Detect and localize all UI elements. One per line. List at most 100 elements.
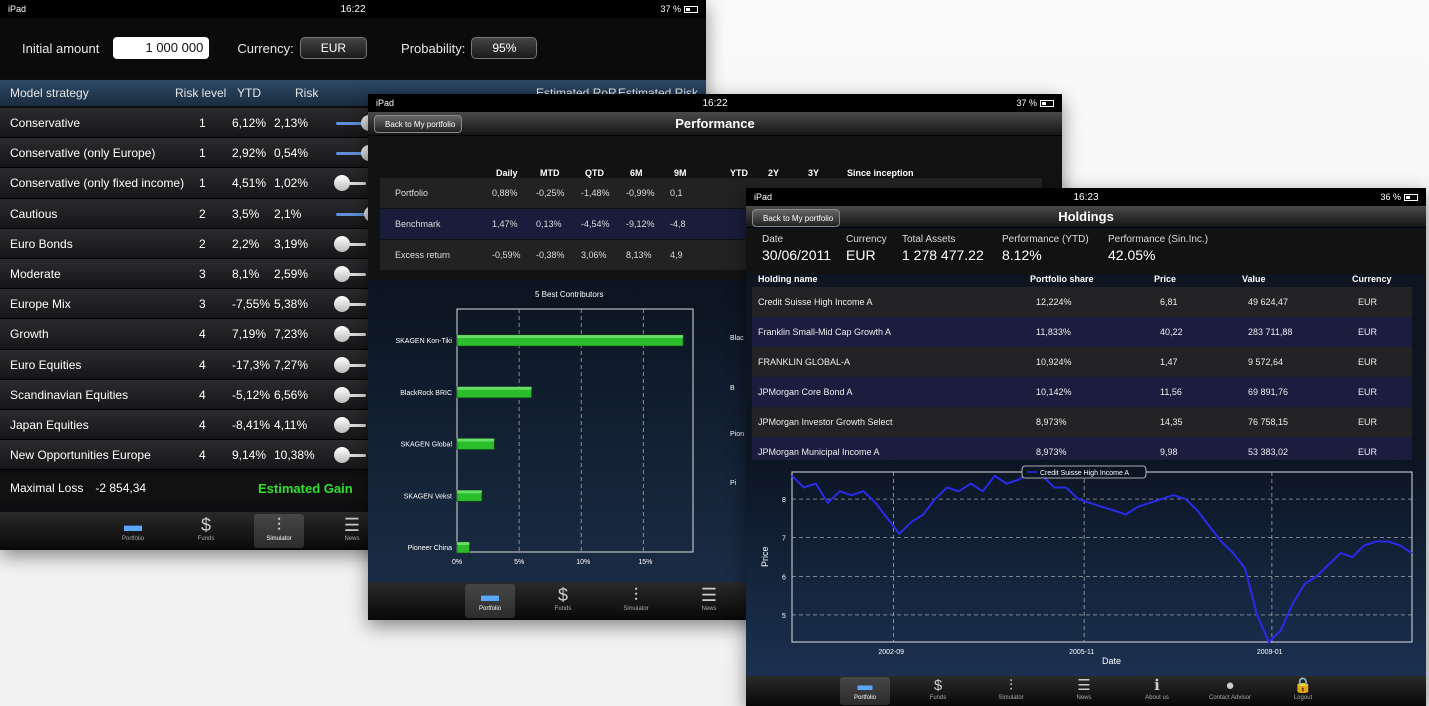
performance-row-label: Excess return xyxy=(395,250,451,260)
price-history-chart[interactable]: 5 6 7 8 2002-09 2005-11 2009-01 Credit Suisse H… xyxy=(746,460,1426,676)
strategy-name: Cautious xyxy=(10,206,58,221)
price-series-line[interactable] xyxy=(791,470,1413,644)
clock: 16:22 xyxy=(340,3,366,15)
dollar-icon: $ xyxy=(557,585,568,605)
y-tick-label: 6 xyxy=(782,574,786,581)
category-label: BlackRock BRIC xyxy=(400,390,452,397)
holdings-screen: iPad 16:23 36 % Back to My portfolio Hol… xyxy=(746,188,1426,706)
allocation-slider-knob[interactable] xyxy=(334,356,350,373)
estimated-gain-label: Estimated Gain xyxy=(258,480,353,496)
status-bar: iPad 16:22 37 % xyxy=(368,94,1062,112)
initial-amount-input[interactable]: 1 000 000 xyxy=(113,37,210,59)
risk-value: 6,56% xyxy=(274,387,309,402)
wallet-icon: ▬ xyxy=(124,515,142,535)
allocation-slider-knob[interactable] xyxy=(334,296,350,313)
simulation-parameters: Initial amount 1 000 000 Currency: EUR P… xyxy=(0,18,706,78)
holding-row[interactable]: FRANKLIN GLOBAL-A 10,924% 1,47 9 572,64 EUR xyxy=(752,347,1412,377)
tab-label: News xyxy=(344,536,360,542)
holding-row[interactable]: Credit Suisse High Income A 12,224% 6,81 49… xyxy=(752,287,1412,317)
tab-label: Portfolio xyxy=(478,606,501,612)
performance-value: -0,99% xyxy=(626,188,655,198)
list-icon: ☰ xyxy=(700,585,718,605)
y-tick-label: 7 xyxy=(782,536,786,543)
tab-contact-advisor[interactable]: ● Contact Advisor xyxy=(1205,677,1255,705)
tab-label: Portfolio xyxy=(853,695,876,701)
risk-level: 4 xyxy=(199,357,206,372)
performance-value: -4,8 xyxy=(670,219,686,229)
ytd-value: 6,12% xyxy=(232,116,267,130)
risk-value: 3,19% xyxy=(274,236,309,251)
holding-row[interactable]: JPMorgan Investor Growth Select 8,973% 14,… xyxy=(752,407,1412,437)
tab-news[interactable]: ☰ News xyxy=(1059,677,1109,705)
risk-level: 1 xyxy=(199,116,206,130)
tab-portfolio[interactable]: ▬ Portfolio xyxy=(840,677,890,705)
performance-value: 0,88% xyxy=(492,188,518,198)
ytd-value: -7,55% xyxy=(232,297,271,312)
probability-selector[interactable]: 95% xyxy=(471,37,538,59)
allocation-slider-knob[interactable] xyxy=(334,326,350,343)
summary-label: Performance (YTD) xyxy=(1002,234,1089,245)
tab-portfolio[interactable]: ▬ Portfolio xyxy=(465,584,515,618)
holding-share: 10,924% xyxy=(1036,357,1072,367)
status-bar: iPad 16:22 37 % xyxy=(0,0,706,18)
tab-funds[interactable]: $ Funds xyxy=(181,514,231,548)
tab-label: Logout xyxy=(1293,695,1313,701)
holding-row[interactable]: JPMorgan Core Bond A 10,142% 11,56 69 891,7… xyxy=(752,377,1412,407)
tab-simulator[interactable]: ⫶ Simulator xyxy=(611,584,661,618)
holding-name: Franklin Small-Mid Cap Growth A xyxy=(758,327,892,337)
ytd-value: 9,14% xyxy=(232,448,267,463)
holding-share: 11,833% xyxy=(1036,327,1071,337)
ytd-value: 2,92% xyxy=(232,146,267,161)
tab-label: Funds xyxy=(197,536,215,542)
holding-price: 11,56 xyxy=(1160,387,1182,397)
summary-field: Currency EUR xyxy=(846,234,887,263)
allocation-slider-knob[interactable] xyxy=(334,416,350,433)
tab-news[interactable]: ☰ News xyxy=(684,584,734,618)
tab-logout[interactable]: 🔒 Logout xyxy=(1278,677,1328,705)
allocation-slider-knob[interactable] xyxy=(334,447,350,464)
risk-value: 7,23% xyxy=(274,327,309,342)
tab-portfolio[interactable]: ▬ Portfolio xyxy=(108,514,158,548)
holding-value: 9 572,64 xyxy=(1248,357,1284,367)
bar-highlight xyxy=(457,542,470,545)
allocation-slider-knob[interactable] xyxy=(334,386,350,403)
risk-level: 3 xyxy=(199,266,206,281)
holding-name: Credit Suisse High Income A xyxy=(758,297,873,307)
bar-highlight xyxy=(457,335,684,338)
clipped-contributor-label: Pion xyxy=(730,431,744,438)
holding-name: JPMorgan Investor Growth Select xyxy=(758,417,893,427)
holding-row[interactable]: Franklin Small-Mid Cap Growth A 11,833% 40… xyxy=(752,317,1412,347)
tab-about-us[interactable]: ℹ About us xyxy=(1132,677,1182,705)
x-tick-label: 10% xyxy=(576,559,590,566)
bar-highlight xyxy=(457,386,532,390)
risk-value: 2,13% xyxy=(274,116,309,130)
tab-funds[interactable]: $ Funds xyxy=(913,677,963,705)
allocation-slider-knob[interactable] xyxy=(334,265,350,282)
performance-value: -9,12% xyxy=(626,219,655,229)
allocation-slider-knob[interactable] xyxy=(334,235,350,252)
col-ytd: YTD xyxy=(237,86,261,100)
summary-label: Performance (Sin.Inc.) xyxy=(1108,234,1209,245)
back-to-portfolio-button[interactable]: Back to My portfolio xyxy=(752,209,841,227)
allocation-slider-track[interactable] xyxy=(336,212,366,216)
holdings-table: Holding name Portfolio share Price Value Cur… xyxy=(752,271,1412,467)
holding-share: 10,142% xyxy=(1036,387,1072,397)
allocation-slider-knob[interactable] xyxy=(334,175,350,192)
currency-selector[interactable]: EUR xyxy=(299,37,368,59)
risk-value: 2,1% xyxy=(274,206,302,221)
nav-bar: Back to My portfolio Performance xyxy=(368,112,1062,136)
tab-simulator[interactable]: ⫶ Simulator xyxy=(986,677,1036,705)
back-to-portfolio-button[interactable]: Back to My portfolio xyxy=(374,115,463,133)
max-loss-value: -2 854,34 xyxy=(95,481,147,495)
y-tick-label: 5 xyxy=(782,613,786,620)
category-label: SKAGEN Global xyxy=(401,442,453,449)
tab-simulator[interactable]: ⫶ Simulator xyxy=(254,514,304,548)
tab-funds[interactable]: $ Funds xyxy=(538,584,588,618)
strategy-name: Moderate xyxy=(10,266,61,281)
clipped-contributor-label: B xyxy=(730,385,735,392)
list-icon: ☰ xyxy=(1077,677,1091,694)
strategy-name: Growth xyxy=(10,327,49,342)
ytd-value: -5,12% xyxy=(232,387,271,402)
wallet-icon: ▬ xyxy=(857,677,873,694)
sliders-icon: ⫶ xyxy=(633,585,639,605)
